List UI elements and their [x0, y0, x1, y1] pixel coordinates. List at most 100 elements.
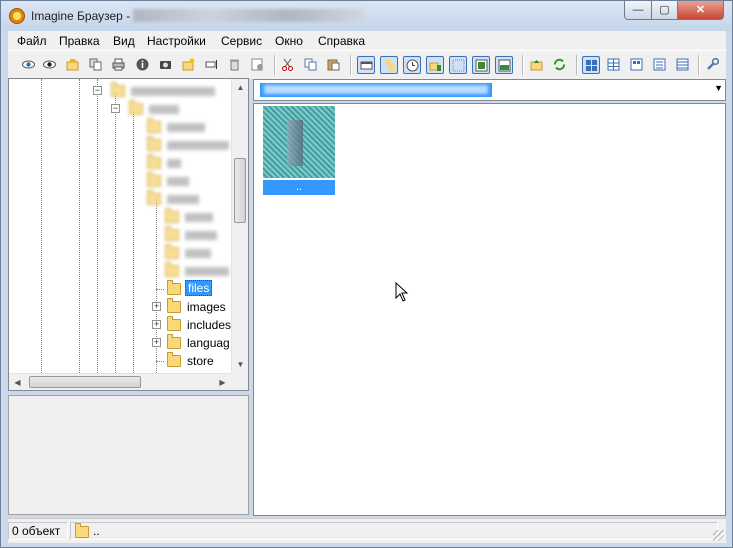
list-icon[interactable] [651, 56, 669, 74]
scroll-up-arrow-icon[interactable]: ▲ [232, 79, 248, 96]
menu-view[interactable]: Вид [113, 34, 135, 48]
view-icon[interactable] [20, 56, 38, 74]
toolbar-separator [350, 55, 352, 75]
tree-node-includes[interactable]: includes [187, 318, 231, 332]
parent-folder-label[interactable]: .. [263, 180, 335, 195]
info-icon[interactable] [134, 56, 152, 74]
menu-edit[interactable]: Правка [59, 34, 100, 48]
refresh-icon[interactable] [551, 56, 569, 74]
redacted-label [185, 249, 211, 258]
scroll-down-arrow-icon[interactable]: ▼ [232, 356, 248, 373]
status-path: .. [93, 524, 100, 538]
rename-icon[interactable] [203, 56, 221, 74]
folder-icon [165, 244, 179, 259]
go-up-icon[interactable] [528, 56, 546, 74]
menu-service[interactable]: Сервис [221, 34, 262, 48]
tree-node-files[interactable]: files [185, 280, 213, 296]
menu-bar: Файл Правка Вид Настройки Сервис Окно Сп… [8, 31, 726, 50]
redacted-label [185, 267, 229, 276]
scroll-thumb[interactable] [29, 376, 141, 388]
camera-icon[interactable] [157, 56, 175, 74]
menu-settings[interactable]: Настройки [147, 34, 206, 48]
copy-icon[interactable] [87, 56, 105, 74]
cut-icon[interactable] [279, 56, 297, 74]
app-window: Imagine Браузер - — ▢ ✕ Файл Правка Вид … [0, 0, 733, 548]
scroll-thumb[interactable] [234, 158, 246, 223]
resize-grip[interactable] [713, 530, 724, 541]
redacted-label [149, 105, 179, 114]
folder-icon [111, 82, 125, 97]
print-icon[interactable] [110, 56, 128, 74]
delete-icon[interactable] [226, 56, 244, 74]
folder-icon [165, 262, 179, 277]
scroll-right-arrow-icon[interactable]: ▶ [214, 374, 231, 390]
copy-files-icon[interactable] [302, 56, 320, 74]
toolbar-separator [522, 55, 524, 75]
history-icon[interactable] [403, 56, 421, 74]
address-bar[interactable]: ▼ [253, 79, 726, 101]
folder-tree[interactable]: − − files + images + includes + languag … [8, 78, 249, 391]
folder-icon [167, 352, 181, 367]
folder-icon [147, 118, 161, 133]
dotted-panel-icon[interactable] [449, 56, 467, 74]
status-count: 0 объект [8, 522, 68, 540]
redacted-label [167, 177, 189, 186]
redacted-label [185, 231, 217, 240]
scroll-left-arrow-icon[interactable]: ◀ [9, 374, 26, 390]
toggle-tree-icon[interactable] [380, 56, 398, 74]
imagine-logo-icon [9, 8, 25, 24]
redacted-label [167, 141, 229, 150]
tools-wrench-icon[interactable] [704, 56, 722, 74]
tree-node-languag[interactable]: languag [187, 336, 230, 350]
paste-icon[interactable] [325, 56, 343, 74]
slideshow-icon[interactable] [495, 56, 513, 74]
new-folder-icon[interactable] [180, 56, 198, 74]
tree-horizontal-scrollbar[interactable]: ◀ ▶ [9, 373, 231, 390]
open-folder-icon[interactable] [64, 56, 82, 74]
expander-icon[interactable]: + [152, 302, 161, 311]
minimize-button[interactable]: — [624, 1, 652, 20]
parent-folder-thumbnail[interactable] [263, 106, 335, 178]
expander-icon[interactable]: + [152, 320, 161, 329]
toolbar-separator [274, 55, 276, 75]
redacted-label [167, 123, 205, 132]
expander-icon[interactable]: − [111, 104, 120, 113]
filmstrip-icon[interactable] [357, 56, 375, 74]
close-button[interactable]: ✕ [677, 1, 724, 20]
tree-node-store[interactable]: store [187, 354, 214, 368]
view-as-icon[interactable] [41, 56, 59, 74]
settings-icon[interactable] [249, 56, 267, 74]
toolbar-separator [576, 55, 578, 75]
folder-sync-icon[interactable] [426, 56, 444, 74]
folder-icon [165, 226, 179, 241]
redacted-label [131, 87, 215, 96]
tree-node-images[interactable]: images [187, 300, 226, 314]
folder-icon [167, 280, 181, 295]
scroll-corner [231, 373, 248, 390]
folder-icon [167, 298, 181, 313]
title-bar[interactable]: Imagine Браузер - — ▢ ✕ [1, 1, 732, 31]
status-path-cell: .. [70, 522, 718, 540]
expander-icon[interactable]: + [152, 338, 161, 347]
expander-icon[interactable]: − [93, 86, 102, 95]
maximize-button[interactable]: ▢ [651, 1, 678, 20]
small-icons-icon[interactable] [628, 56, 646, 74]
file-view[interactable]: .. [253, 103, 726, 516]
folder-icon [75, 523, 89, 538]
redacted-label [167, 159, 181, 168]
dropdown-arrow-icon[interactable]: ▼ [714, 83, 723, 93]
menu-window[interactable]: Окно [275, 34, 303, 48]
status-bar: 0 объект .. [8, 518, 726, 543]
menu-file[interactable]: Файл [17, 34, 47, 48]
list-grid-icon[interactable] [605, 56, 623, 74]
redacted-label [185, 213, 213, 222]
tree-vertical-scrollbar[interactable]: ▲ ▼ [231, 79, 248, 373]
menu-help[interactable]: Справка [318, 34, 365, 48]
preview-panel-icon[interactable] [472, 56, 490, 74]
mouse-cursor-icon [395, 282, 409, 302]
folder-icon [167, 316, 181, 331]
thumbnails-view-icon[interactable] [582, 56, 600, 74]
address-text-redacted [264, 85, 488, 94]
details-icon[interactable] [674, 56, 692, 74]
folder-thumb-icon [287, 120, 303, 166]
